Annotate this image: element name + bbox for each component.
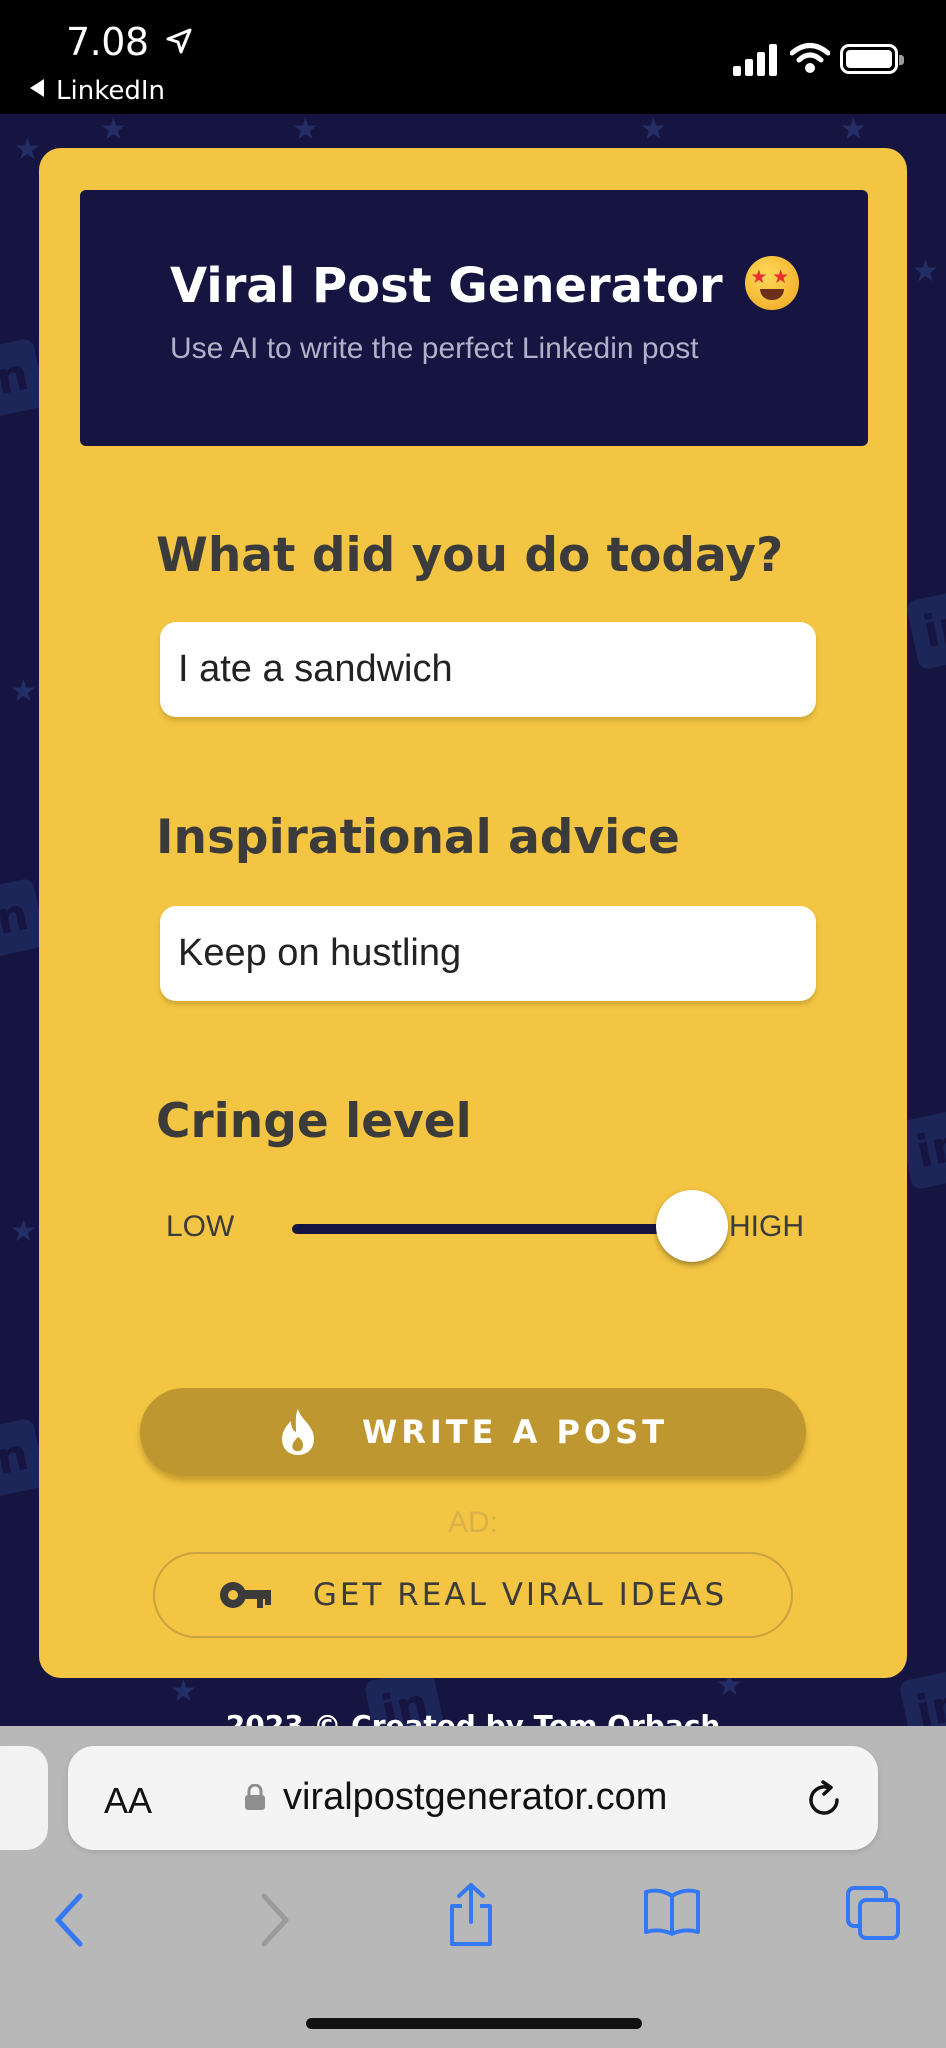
url-text: viralpostgenerator.com xyxy=(283,1776,668,1818)
wifi-icon xyxy=(790,43,830,73)
share-icon[interactable] xyxy=(446,1882,496,1948)
previous-tab-peek[interactable] xyxy=(0,1746,48,1850)
advice-label: Inspirational advice xyxy=(156,810,680,865)
generator-header: Viral Post Generator Use AI to write the… xyxy=(80,190,868,446)
reader-text-size-button[interactable]: AA xyxy=(104,1780,152,1822)
star-decoration: ★ xyxy=(14,132,41,167)
footer-credit-text: 2023 © Created by Tom Orbach xyxy=(225,1709,721,1726)
home-indicator xyxy=(306,2018,642,2029)
tabs-icon[interactable] xyxy=(844,1884,902,1942)
cringe-level-label: Cringe level xyxy=(156,1094,472,1149)
activity-input[interactable]: I ate a sandwich xyxy=(160,622,816,717)
slider-low-label: LOW xyxy=(166,1210,235,1243)
star-decoration: ★ xyxy=(912,254,939,289)
star-decoration: ★ xyxy=(170,1674,197,1709)
advice-input[interactable]: Keep on hustling xyxy=(160,906,816,1001)
aa-label: AA xyxy=(104,1780,153,1821)
page-title-text: Viral Post Generator xyxy=(170,258,723,314)
back-to-app-link[interactable]: LinkedIn xyxy=(30,76,165,106)
activity-label: What did you do today? xyxy=(156,528,784,583)
page-subtitle: Use AI to write the perfect Linkedin pos… xyxy=(170,332,699,365)
page-title: Viral Post Generator xyxy=(170,256,800,314)
status-bar: 7.08 LinkedIn xyxy=(0,0,946,114)
back-triangle-icon xyxy=(30,79,44,97)
forward-chevron-icon[interactable] xyxy=(258,1892,292,1948)
star-decoration: ★ xyxy=(10,674,37,709)
star-decoration: ★ xyxy=(100,114,127,147)
write-post-button[interactable]: WRITE A POST xyxy=(140,1388,806,1476)
linkedin-decoration-icon: in xyxy=(905,587,946,671)
battery-icon xyxy=(840,44,904,74)
status-time: 7.08 xyxy=(66,20,149,64)
star-decoration: ★ xyxy=(640,114,667,147)
star-decoration: ★ xyxy=(840,114,867,147)
cringe-slider-thumb[interactable] xyxy=(656,1190,728,1262)
get-viral-ideas-button[interactable]: GET REAL VIRAL IDEAS xyxy=(153,1552,793,1638)
footer-credit: 2023 © Created by Tom Orbach xyxy=(0,1705,946,1726)
cringe-slider-track[interactable] xyxy=(292,1224,692,1234)
back-app-label: LinkedIn xyxy=(56,76,165,106)
star-struck-emoji-icon xyxy=(745,256,800,310)
back-chevron-icon[interactable] xyxy=(52,1892,86,1948)
slider-high-label: HIGH xyxy=(729,1210,804,1243)
bookmarks-icon[interactable] xyxy=(642,1886,702,1938)
write-post-label: WRITE A POST xyxy=(361,1413,669,1451)
cellular-signal-icon xyxy=(733,44,777,76)
key-icon xyxy=(219,1582,271,1608)
location-arrow-icon xyxy=(166,28,192,54)
browser-toolbar: AA viralpostgenerator.com xyxy=(0,1726,946,2048)
star-decoration: ★ xyxy=(10,1214,37,1249)
reload-icon[interactable] xyxy=(806,1780,844,1820)
get-viral-ideas-label: GET REAL VIRAL IDEAS xyxy=(312,1577,728,1613)
flame-icon xyxy=(281,1409,314,1455)
lock-icon xyxy=(245,1784,265,1810)
address-bar[interactable]: AA viralpostgenerator.com xyxy=(68,1746,878,1850)
ad-label: AD: xyxy=(447,1506,498,1539)
star-decoration: ★ xyxy=(292,114,319,147)
